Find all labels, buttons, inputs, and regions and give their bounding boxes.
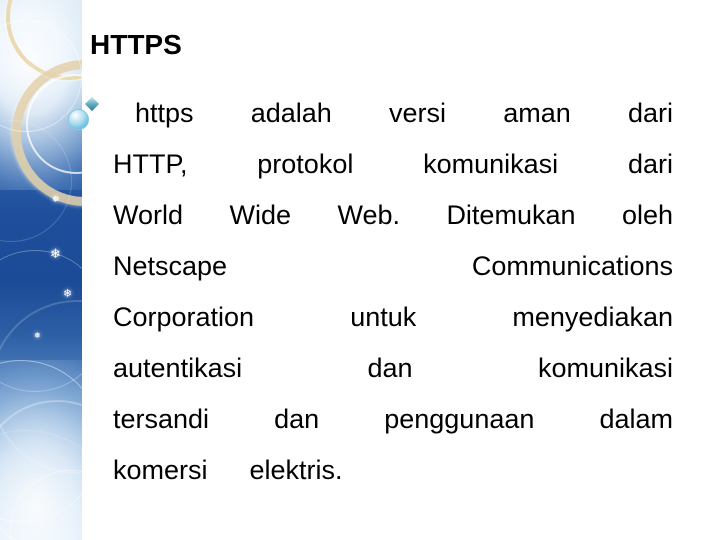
decorative-ice-sidebar: ❅ ❄ ❄ ❅ (0, 0, 82, 540)
blue-sphere-icon (68, 109, 89, 130)
word: https (135, 98, 194, 128)
word: untuk (350, 302, 417, 332)
word: dari (627, 149, 673, 179)
word: Netscape (113, 251, 228, 281)
word: Ditemukan (446, 200, 576, 230)
word: protokol (257, 149, 354, 179)
snowflake-icon: ❅ (52, 195, 60, 205)
text-line: Netscape Communications (113, 241, 673, 292)
text-line: tersandi dan penggunaan dalam (113, 394, 673, 445)
word: penggunaan (384, 404, 535, 434)
word: Web. (337, 200, 400, 230)
text-line: World Wide Web. Ditemukan oleh (113, 190, 673, 241)
blue-sphere-bullet-icon (68, 96, 102, 132)
snowflake-icon: ❅ (34, 331, 41, 340)
word: dan (367, 353, 413, 383)
word: dalam (599, 404, 673, 434)
text-line: autentikasi dan komunikasi (113, 343, 673, 394)
text-line: komersi elektris. (113, 445, 673, 496)
word: Wide (229, 200, 291, 230)
word: elektris. (249, 455, 343, 485)
teal-diamond-icon (84, 96, 100, 112)
word: tersandi (113, 404, 210, 434)
word: adalah (250, 98, 332, 128)
text-line: https adalah versi aman dari (113, 88, 673, 139)
slide-canvas: ❅ ❄ ❄ ❅ HTTPS https adalah versi aman da… (0, 0, 720, 540)
word: Communications (471, 251, 673, 281)
word: HTTP, (113, 149, 188, 179)
word: dari (627, 98, 673, 128)
snowflake-icon: ❄ (63, 287, 73, 300)
snowflake-icon: ❄ (50, 247, 61, 262)
text-line: Corporation untuk menyediakan (113, 292, 673, 343)
slide-content: HTTPS https adalah versi aman dari HTTP,… (68, 0, 720, 540)
word: versi (389, 98, 447, 128)
word: oleh (621, 200, 673, 230)
ice-wash-bottom (0, 360, 82, 540)
word: komersi (113, 455, 208, 485)
ice-wash-top (0, 0, 82, 190)
word: dan (274, 404, 320, 434)
word: menyediakan (512, 302, 673, 332)
word: autentikasi (113, 353, 243, 383)
body-paragraph: https adalah versi aman dari HTTP, proto… (113, 88, 673, 496)
text-line: HTTP, protokol komunikasi dari (113, 139, 673, 190)
word: komunikasi (423, 149, 559, 179)
page-title: HTTPS (90, 29, 182, 60)
word: Corporation (113, 302, 255, 332)
word: komunikasi (537, 353, 673, 383)
word: aman (503, 98, 571, 128)
word: World (113, 200, 184, 230)
